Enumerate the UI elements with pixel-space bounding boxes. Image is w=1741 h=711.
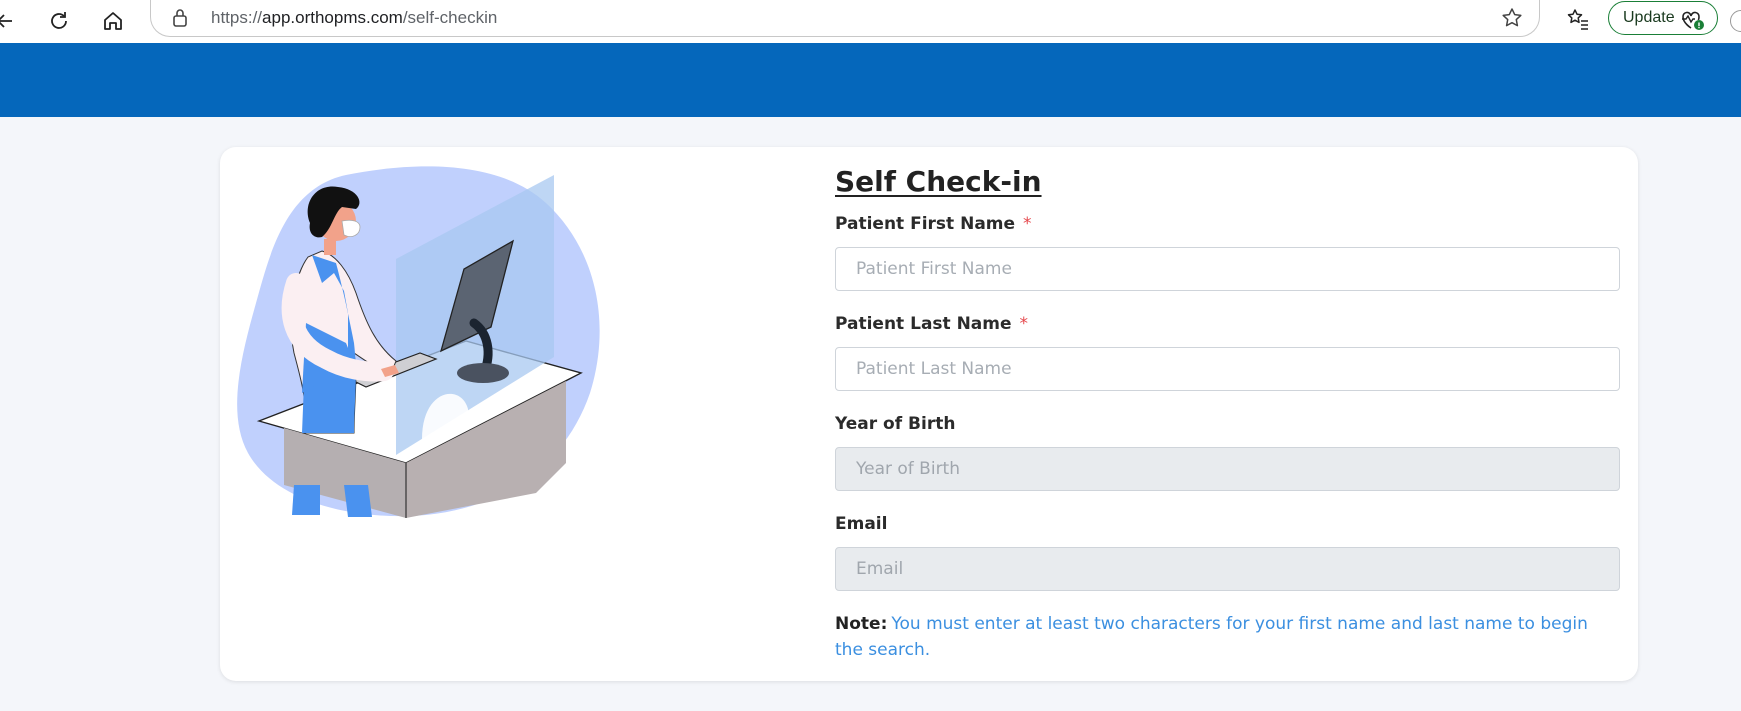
year-of-birth-input[interactable] [835,447,1620,491]
note-text: You must enter at least two characters f… [835,614,1588,660]
home-icon[interactable] [100,8,126,34]
last-name-label: Patient Last Name * [835,314,1029,334]
heart-pulse-icon [1679,8,1705,37]
email-label: Email [835,514,888,534]
search-note: Note: You must enter at least two charact… [835,611,1620,663]
url-text[interactable]: https://app.orthopms.com/self-checkin [211,8,497,28]
note-label: Note: [835,614,888,634]
lock-icon[interactable] [171,8,189,32]
update-button[interactable]: Update [1608,1,1718,35]
first-name-input[interactable] [835,247,1620,291]
email-input[interactable] [835,547,1620,591]
browser-toolbar: https://app.orthopms.com/self-checkin Up… [0,0,1741,43]
page-title: Self Check-in [835,165,1042,198]
reload-icon[interactable] [46,8,72,34]
first-name-label: Patient First Name * [835,214,1032,234]
required-marker: * [1019,314,1029,334]
back-arrow-icon[interactable] [0,8,18,34]
checkin-card: Self Check-in Patient First Name * Patien… [220,147,1638,681]
star-icon[interactable] [1501,7,1523,33]
required-marker: * [1023,214,1032,234]
profile-icon[interactable] [1730,10,1741,32]
self-checkin-form: Self Check-in Patient First Name * Patien… [835,165,1620,663]
address-bar[interactable]: https://app.orthopms.com/self-checkin [150,0,1540,37]
update-label: Update [1623,9,1675,26]
reception-illustration [237,166,600,518]
app-header [0,43,1741,117]
last-name-input[interactable] [835,347,1620,391]
favorites-icon[interactable] [1566,7,1590,35]
year-of-birth-label: Year of Birth [835,414,956,434]
